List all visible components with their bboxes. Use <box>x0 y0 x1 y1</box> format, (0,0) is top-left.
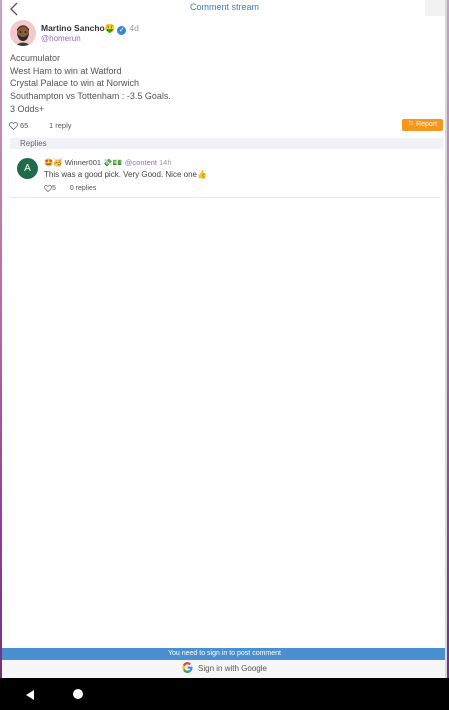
reply-handle[interactable]: @content <box>125 158 157 167</box>
triangle-back-icon <box>26 690 34 700</box>
replies-header: Replies <box>10 138 443 149</box>
reply-like-button[interactable]: 5 <box>44 185 58 192</box>
avatar[interactable] <box>10 20 36 46</box>
post-line: 3 Odds+ <box>10 103 45 114</box>
reply-text: This was a good pick. Very Good. Nice on… <box>44 170 207 179</box>
google-icon <box>182 662 193 673</box>
nav-back-button[interactable] <box>24 688 36 700</box>
corner-placeholder <box>425 0 445 16</box>
reply-header: 🤩🥳 Winner001 💸💵 @content 14h <box>44 158 172 167</box>
post-line: Accumulator <box>10 53 61 63</box>
page-title: Comment stream <box>189 2 260 12</box>
bearded-man-avatar-icon <box>10 20 36 46</box>
author-name[interactable]: Martino Sancho🤑 <box>41 23 115 33</box>
post-actions: 65 1 reply <box>9 121 72 130</box>
nav-home-button[interactable] <box>73 689 83 699</box>
heart-icon <box>44 185 52 192</box>
like-button[interactable]: 65 <box>9 121 28 130</box>
post-line: Crystal Palace to win at Norwich <box>10 78 140 89</box>
post-line: West Ham to win at Watford <box>10 65 122 76</box>
system-nav-bar <box>0 678 449 710</box>
scroll-edge <box>445 0 447 678</box>
reply-username[interactable]: 🤩🥳 Winner001 💸💵 <box>44 158 122 167</box>
google-signin-button[interactable]: Sign in with Google <box>2 660 447 678</box>
reply-avatar[interactable]: A <box>17 158 38 179</box>
signin-notice: You need to sign in to post comment <box>2 648 447 660</box>
reply-count-link[interactable]: 1 reply <box>49 121 72 130</box>
author-handle[interactable]: @homerun <box>41 34 81 43</box>
top-bar: Comment stream <box>2 0 447 16</box>
verified-icon: ✓ <box>117 26 127 35</box>
list-item: A 🤩🥳 Winner001 💸💵 @content 14h This was a … <box>10 152 440 198</box>
post-line: Southampton vs Tottenham : -3.5 Goals. <box>10 91 171 102</box>
like-count: 65 <box>20 121 29 130</box>
reply-replies-link[interactable]: 0 replies <box>70 185 96 192</box>
reply-actions: 5 0 replies <box>44 185 96 192</box>
app-screen: Comment stream Martino Sancho🤑 ✓ 4d @homer… <box>2 0 447 678</box>
post-time: 4d <box>129 23 139 33</box>
heart-icon <box>9 122 18 130</box>
report-button[interactable]: ⚐ Report <box>402 119 443 131</box>
google-signin-label: Sign in with Google <box>198 664 267 673</box>
reply-time: 14h <box>159 158 172 167</box>
reply-like-count: 5 <box>52 185 56 192</box>
post-body: Accumulator West Ham to win at Watford C… <box>10 52 171 116</box>
